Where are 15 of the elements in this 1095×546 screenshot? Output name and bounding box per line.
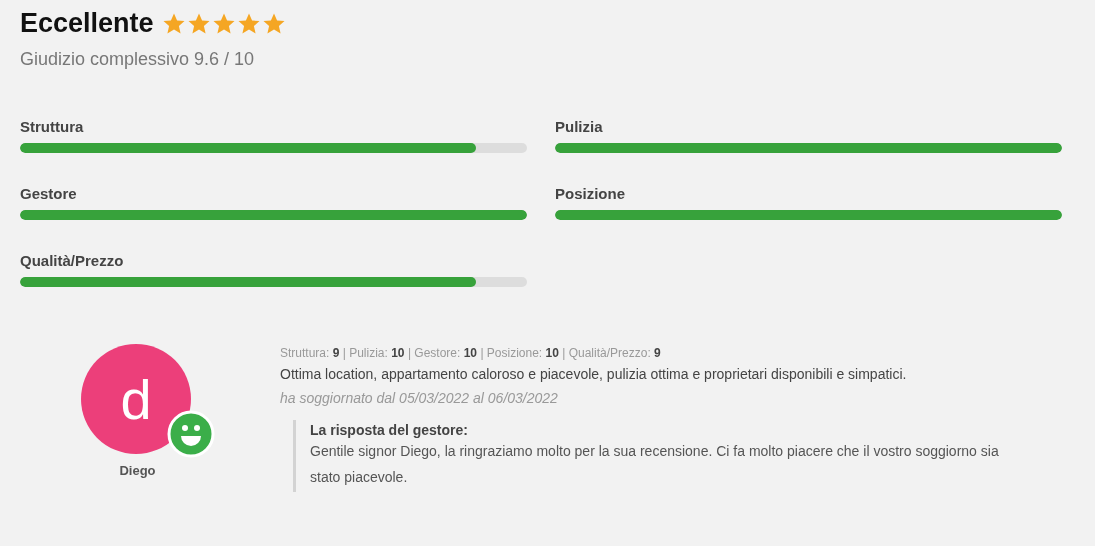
category-label: Gestore <box>20 185 78 202</box>
smiley-icon <box>167 410 215 458</box>
category-label: Qualità/Prezzo <box>20 252 125 269</box>
category-label: Struttura <box>20 118 85 135</box>
author-name: Diego <box>119 463 156 478</box>
reply-title: La risposta del gestore: <box>310 422 469 438</box>
overall-score: Giudizio complessivo 9.6 / 10 <box>20 49 256 70</box>
review-text: Ottima location, appartamento caloroso e piacevole, pulizia ottima e proprietari disponibili e simpatici. <box>280 366 908 382</box>
review-scores: Struttura: 9 | Pulizia: 10 | Gestore: 10 | Posizione: 10 | Qualità/Prezzo: 9 <box>280 346 662 360</box>
category-label: Pulizia <box>555 118 604 135</box>
stay-dates: ha soggiornato dal 05/03/2022 al 06/03/2022 <box>280 390 559 406</box>
rating-title: Eccellente <box>20 8 154 39</box>
category-label: Posizione <box>555 185 626 202</box>
avatar-letter: d <box>120 366 152 432</box>
reply-text: Gentile signor Diego, la ringraziamo molto per la sua recensione. Ci fa molto piacere che il vostro soggiorno sia stato piacevole. <box>310 442 1000 487</box>
